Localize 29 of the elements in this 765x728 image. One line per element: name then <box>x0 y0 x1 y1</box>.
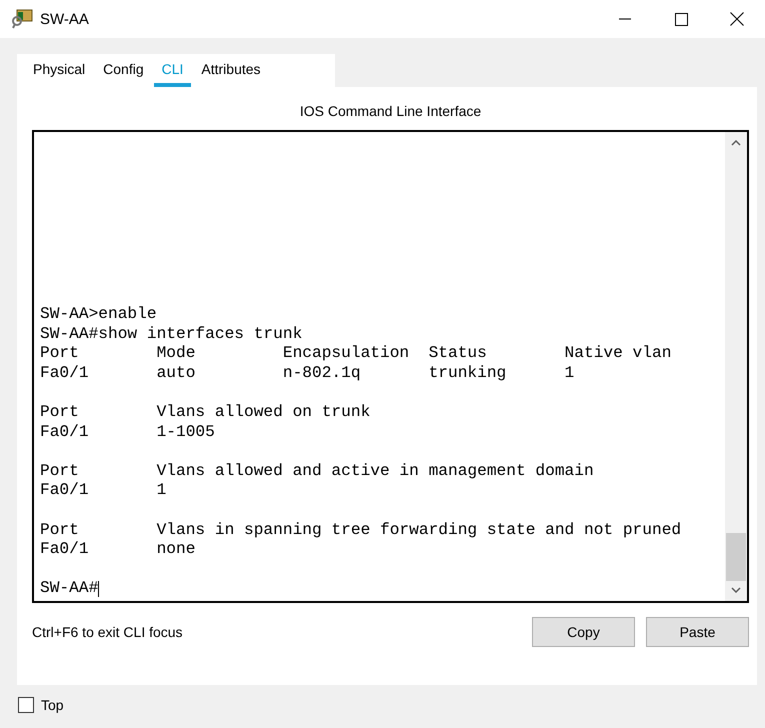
close-icon[interactable] <box>730 12 744 26</box>
window-title: SW-AA <box>40 10 90 28</box>
scrollbar[interactable] <box>725 132 747 601</box>
terminal-line: Port Vlans in spanning tree forwarding state and not pruned <box>40 520 682 540</box>
terminal-area[interactable] <box>32 130 749 603</box>
tab[interactable]: Attributes <box>193 61 269 87</box>
terminal-line: Fa0/1 auto n-802.1q trunking 1 <box>40 364 574 384</box>
terminal-line: Fa0/1 1-1005 <box>40 422 215 442</box>
terminal-line: Port Vlans allowed and active in management domain <box>40 462 594 482</box>
tab[interactable]: Config <box>95 61 152 87</box>
minimize-icon[interactable] <box>619 18 631 20</box>
checkbox-label: Top <box>41 697 64 713</box>
terminal-line: Fa0/1 none <box>40 540 196 560</box>
switch-icon <box>12 9 34 29</box>
action-button[interactable]: Paste <box>646 617 749 647</box>
maximize-icon[interactable] <box>674 12 688 26</box>
action-button[interactable]: Copy <box>532 617 635 647</box>
terminal-line: Port Vlans allowed on trunk <box>40 403 370 423</box>
terminal-line: Port Mode Encapsulation Status Native vlan <box>40 344 672 364</box>
tab[interactable]: Physical <box>25 61 94 87</box>
text-cursor <box>98 581 100 598</box>
scroll-thumb[interactable] <box>726 533 746 581</box>
terminal-line: Fa0/1 1 <box>40 481 166 502</box>
checkbox[interactable] <box>18 697 34 713</box>
terminal-line: SW-AA# <box>40 579 98 599</box>
panel-heading: IOS Command Line Interface <box>298 103 482 119</box>
terminal-line: SW-AA#show interfaces trunk <box>40 324 302 344</box>
hint-text: Ctrl+F6 to exit CLI focus <box>32 624 184 640</box>
terminal-line: SW-AA>enable <box>40 305 157 325</box>
